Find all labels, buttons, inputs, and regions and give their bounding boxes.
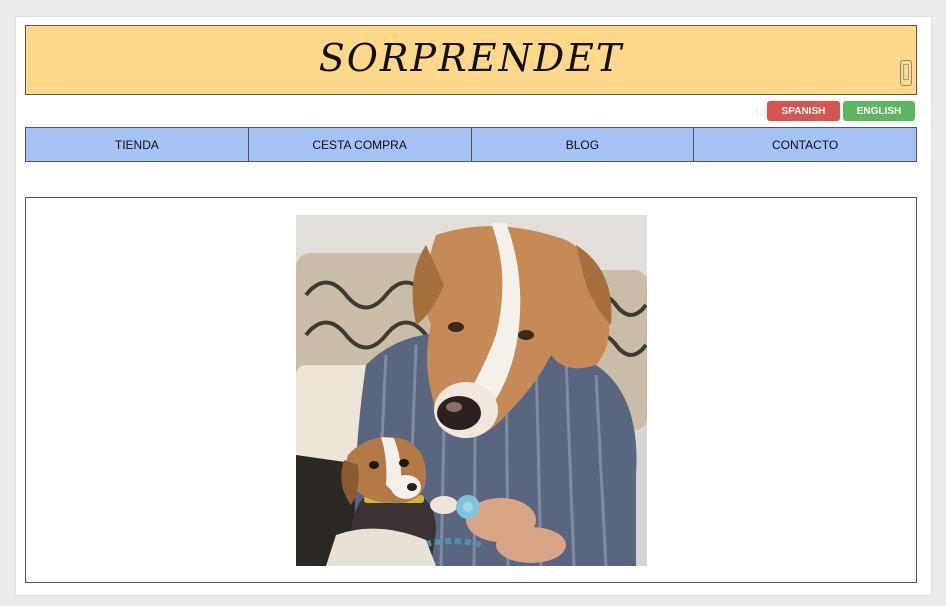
featured-photo [296, 215, 647, 566]
page-container: SORPRENDET SPANISH ENGLISH TIENDA CESTA … [15, 16, 932, 596]
content-box [25, 197, 917, 583]
nav-item-tienda[interactable]: TIENDA [26, 128, 249, 161]
spanish-button[interactable]: SPANISH [767, 101, 840, 121]
header-banner: SORPRENDET [25, 25, 917, 95]
nav-item-cesta-compra[interactable]: CESTA COMPRA [249, 128, 472, 161]
nav-item-blog[interactable]: BLOG [472, 128, 695, 161]
site-logo-text[interactable]: SORPRENDET [26, 36, 916, 80]
dog-photo-image [296, 215, 647, 566]
mobile-phone-icon[interactable] [900, 60, 912, 86]
english-button[interactable]: ENGLISH [843, 101, 915, 121]
nav-item-contacto[interactable]: CONTACTO [694, 128, 916, 161]
main-navigation: TIENDA CESTA COMPRA BLOG CONTACTO [25, 127, 917, 162]
